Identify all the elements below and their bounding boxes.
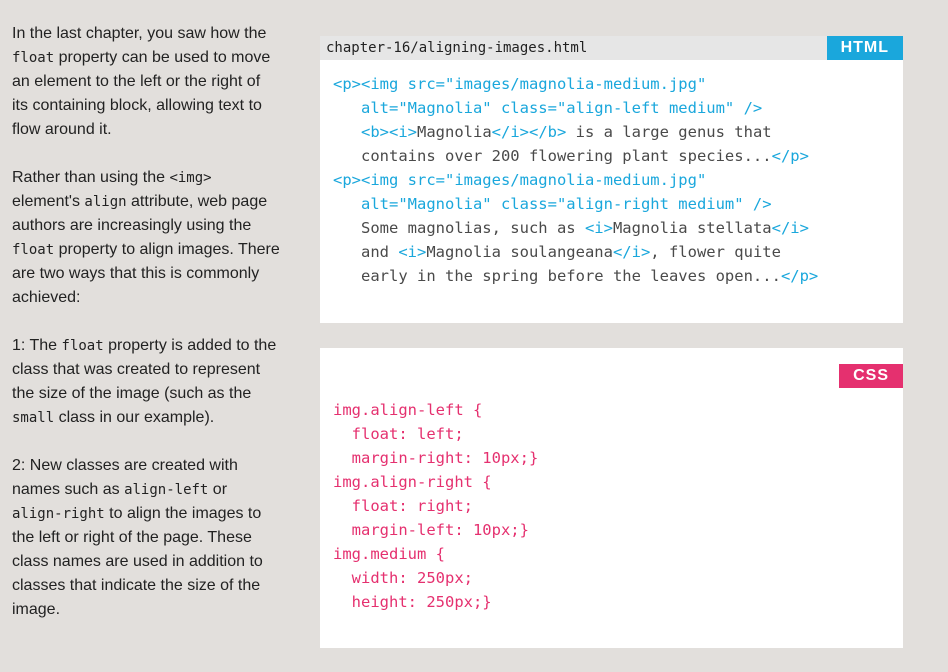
html-panel-header: chapter-16/aligning-images.html HTML (320, 36, 903, 60)
inline-code: <img> (169, 170, 212, 186)
code-line: <p><img src="images/magnolia-medium.jpg" (333, 75, 707, 93)
paragraph-method-one: 1: The float property is added to the cl… (12, 337, 277, 426)
html-code-panel: chapter-16/aligning-images.html HTML <p>… (320, 36, 903, 323)
inline-code: align-right (12, 506, 105, 522)
paragraph-float-intro: In the last chapter, you saw how the flo… (12, 25, 271, 138)
css-code-listing: img.align-left { float: left; margin-rig… (333, 398, 538, 614)
code-line: margin-right: 10px;} (333, 449, 539, 467)
paragraph-method-two: 2: New classes are created with names su… (12, 457, 263, 618)
file-name-label: chapter-16/aligning-images.html (326, 40, 588, 56)
inline-code: small (12, 410, 55, 426)
inline-code: float (12, 242, 55, 258)
code-line: img.medium { (333, 545, 445, 563)
code-line: contains over 200 flowering plant specie… (333, 147, 809, 165)
code-line: img.align-left { (333, 401, 483, 419)
inline-code: align (84, 194, 127, 210)
code-line: float: right; (333, 497, 473, 515)
inline-code: align-left (124, 482, 209, 498)
code-line: <p><img src="images/magnolia-medium.jpg" (333, 171, 707, 189)
code-line: early in the spring before the leaves op… (333, 267, 819, 285)
code-line: Some magnolias, such as <i>Magnolia stel… (333, 219, 809, 237)
explanation-column: In the last chapter, you saw how the flo… (12, 22, 280, 646)
code-line: height: 250px;} (333, 593, 492, 611)
code-line: and <i>Magnolia soulangeana</i>, flower … (333, 243, 781, 261)
inline-code: float (61, 338, 104, 354)
code-line: float: left; (333, 425, 464, 443)
code-line: width: 250px; (333, 569, 473, 587)
code-line: <b><i>Magnolia</i></b> is a large genus … (333, 123, 772, 141)
html-code-listing: <p><img src="images/magnolia-medium.jpg"… (333, 72, 818, 288)
css-code-panel: CSS img.align-left { float: left; margin… (320, 348, 903, 648)
css-language-badge: CSS (839, 364, 903, 388)
inline-code: float (12, 50, 55, 66)
paragraph-align-attribute: Rather than using the <img> element's al… (12, 169, 280, 306)
css-panel-header: CSS (320, 348, 903, 388)
html-language-badge: HTML (826, 36, 903, 60)
code-line: img.align-right { (333, 473, 492, 491)
code-line: alt="Magnolia" class="align-left medium"… (333, 99, 763, 117)
code-line: alt="Magnolia" class="align-right medium… (333, 195, 772, 213)
code-line: margin-left: 10px;} (333, 521, 529, 539)
